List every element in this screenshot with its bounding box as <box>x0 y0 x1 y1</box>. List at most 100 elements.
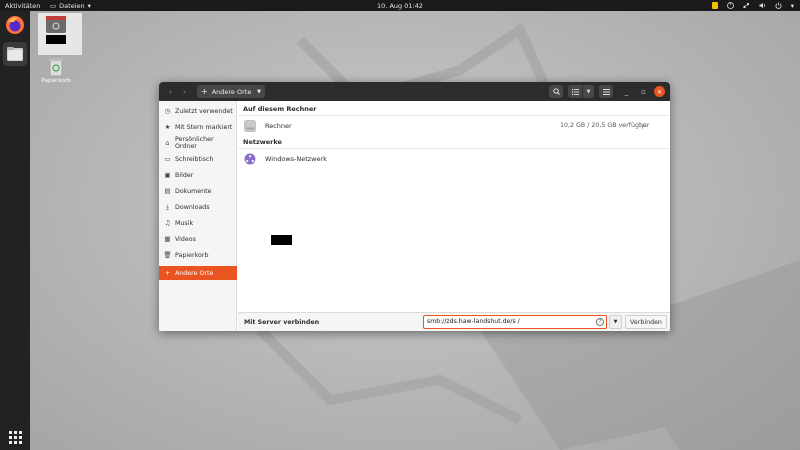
server-history-button[interactable]: ▼ <box>609 315 622 329</box>
clock[interactable]: 10. Aug 01:42 <box>377 2 423 10</box>
folder-icon: ▭ <box>50 1 57 10</box>
caret-down-icon: ▼ <box>613 319 618 325</box>
headerbar: ‹ › + Andere Orte ▼ ▼ _ ▫ × <box>159 82 670 101</box>
sidebar-item-music[interactable]: ♫ Musik <box>159 216 237 230</box>
main-menu-button[interactable] <box>599 85 613 98</box>
files-window: ‹ › + Andere Orte ▼ ▼ _ ▫ × ◷ Zuletzt ve… <box>159 82 670 331</box>
server-address-input[interactable]: smb://zds.haw-landshut.de/s / <box>423 315 607 329</box>
maximize-icon: ▫ <box>641 87 646 96</box>
network-workgroup-icon <box>244 153 256 164</box>
hamburger-menu-icon <box>602 88 610 95</box>
files-icon <box>7 47 23 61</box>
sidebar-item-starred[interactable]: ★ Mit Stern markiert <box>159 120 237 134</box>
sidebar-item-label: Persönlicher Ordner <box>174 136 214 150</box>
desktop-trash[interactable]: Papierkorb <box>36 57 76 84</box>
trash-icon: 🗑 <box>163 251 172 259</box>
sidebar: ◷ Zuletzt verwendet ★ Mit Stern markiert… <box>159 101 237 331</box>
top-bar: Aktivitäten ▭ Dateien ▾ 10. Aug 01:42 ▾ <box>0 0 800 11</box>
system-tray[interactable]: ▾ <box>711 1 794 10</box>
app-menu[interactable]: ▭ Dateien ▾ <box>50 2 91 10</box>
dock-files[interactable] <box>3 42 27 66</box>
desktop-folder-icon[interactable] <box>38 13 82 55</box>
place-row-computer[interactable]: Rechner 10,2 GB / 20,5 GB verfügbar / <box>238 115 670 135</box>
app-grid-icon <box>9 431 22 444</box>
plus-icon: + <box>201 87 208 96</box>
plus-icon: + <box>164 269 171 277</box>
home-icon: ⌂ <box>165 139 170 147</box>
sidebar-item-label: Dokumente <box>175 187 212 195</box>
minimize-button[interactable]: _ <box>620 85 633 98</box>
disk-usage: 10,2 GB / 20,5 GB verfügbar <box>560 122 650 129</box>
sidebar-item-documents[interactable]: ▤ Dokumente <box>159 184 237 198</box>
sidebar-item-label: Papierkorb <box>175 251 209 259</box>
sidebar-item-other-locations[interactable]: + Andere Orte <box>159 266 237 280</box>
software-update-icon <box>711 2 718 9</box>
sidebar-item-label: Mit Stern markiert <box>175 123 233 131</box>
section-title-this-computer: Auf diesem Rechner <box>243 105 317 113</box>
caret-down-icon: ▼ <box>586 88 591 95</box>
list-view-icon <box>571 88 579 95</box>
sidebar-item-label: Downloads <box>175 203 210 211</box>
caret-down-icon: ▼ <box>257 88 261 95</box>
help-icon[interactable]: ? <box>596 318 604 326</box>
dock-firefox[interactable] <box>3 13 27 37</box>
place-row-windows-network[interactable]: Windows-Netzwerk <box>238 148 670 168</box>
image-icon: ▣ <box>164 171 171 179</box>
close-button[interactable]: × <box>654 86 665 97</box>
firefox-icon <box>6 16 24 34</box>
sidebar-item-label: Schreibtisch <box>175 155 214 163</box>
sidebar-item-desktop[interactable]: ▭ Schreibtisch <box>159 152 237 166</box>
location-label: Andere Orte <box>211 87 252 96</box>
connect-button[interactable]: Verbinden <box>625 315 667 329</box>
chevron-right-icon: › <box>182 87 187 96</box>
place-label: Windows-Netzwerk <box>265 154 327 163</box>
desktop-trash-label: Papierkorb <box>41 78 71 84</box>
volume-icon <box>759 3 765 8</box>
sidebar-item-label: Musik <box>175 219 194 227</box>
sidebar-item-label: Andere Orte <box>175 269 214 277</box>
music-icon: ♫ <box>164 219 171 227</box>
close-icon: × <box>656 87 663 96</box>
connect-to-server-bar: Mit Server verbinden smb://zds.haw-lands… <box>238 312 670 331</box>
forward-button[interactable]: › <box>178 85 191 98</box>
activities-button[interactable]: Aktivitäten <box>5 2 40 10</box>
video-icon: ▦ <box>164 235 171 243</box>
search-button[interactable] <box>549 85 563 98</box>
connect-to-server-label: Mit Server verbinden <box>244 319 320 326</box>
sidebar-item-downloads[interactable]: ⤓ Downloads <box>159 200 237 214</box>
dock <box>0 11 30 450</box>
document-icon: ▤ <box>164 187 171 195</box>
place-label: Rechner <box>265 121 292 130</box>
folder-icon <box>46 16 66 44</box>
redaction-box <box>271 235 292 245</box>
back-button[interactable]: ‹ <box>164 85 177 98</box>
maximize-button[interactable]: ▫ <box>637 85 650 98</box>
chevron-down-icon: ▾ <box>87 1 91 10</box>
location-button[interactable]: + Andere Orte ▼ <box>197 85 265 98</box>
drive-icon <box>244 119 256 132</box>
places-view: Auf diesem Rechner Rechner 10,2 GB / 20,… <box>238 101 670 312</box>
sidebar-item-recent[interactable]: ◷ Zuletzt verwendet <box>159 104 237 118</box>
accessibility-icon <box>726 2 734 9</box>
sidebar-item-trash[interactable]: 🗑 Papierkorb <box>159 248 237 262</box>
trash-icon <box>49 58 63 77</box>
chevron-left-icon: ‹ <box>168 87 173 96</box>
desktop-icon: ▭ <box>164 155 171 163</box>
download-icon: ⤓ <box>166 202 169 211</box>
view-toggle-button[interactable] <box>568 85 582 98</box>
show-applications-button[interactable] <box>3 425 27 449</box>
sidebar-item-home[interactable]: ⌂ Persönlicher Ordner <box>159 136 237 150</box>
chevron-down-icon: ▾ <box>790 1 794 10</box>
sidebar-item-label: Videos <box>175 235 196 243</box>
sidebar-item-pictures[interactable]: ▣ Bilder <box>159 168 237 182</box>
network-icon <box>743 3 749 8</box>
search-icon <box>552 88 560 95</box>
section-title-networks: Netzwerke <box>243 138 282 146</box>
sidebar-item-videos[interactable]: ▦ Videos <box>159 232 237 246</box>
star-icon: ★ <box>164 123 171 131</box>
view-options-button[interactable]: ▼ <box>583 85 594 98</box>
sidebar-item-label: Bilder <box>175 171 194 179</box>
minimize-icon: _ <box>624 87 629 96</box>
mount-path: / <box>642 121 645 130</box>
app-menu-label: Dateien <box>59 1 85 10</box>
